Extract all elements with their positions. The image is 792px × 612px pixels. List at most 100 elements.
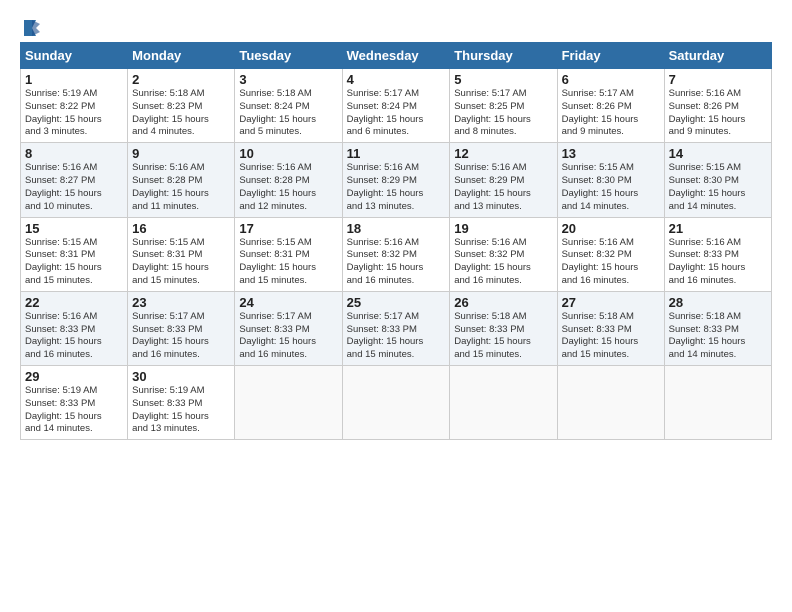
- day-info: Sunrise: 5:15 AMSunset: 8:31 PMDaylight:…: [25, 237, 123, 288]
- calendar-cell: 3Sunrise: 5:18 AMSunset: 8:24 PMDaylight…: [235, 69, 342, 143]
- day-info: Sunrise: 5:16 AMSunset: 8:29 PMDaylight:…: [347, 162, 446, 213]
- calendar-cell: 14Sunrise: 5:15 AMSunset: 8:30 PMDayligh…: [664, 143, 771, 217]
- day-number: 20: [562, 221, 660, 236]
- calendar-body: 1Sunrise: 5:19 AMSunset: 8:22 PMDaylight…: [21, 69, 772, 440]
- day-info: Sunrise: 5:18 AMSunset: 8:33 PMDaylight:…: [669, 311, 767, 362]
- day-number: 2: [132, 72, 230, 87]
- day-info: Sunrise: 5:16 AMSunset: 8:26 PMDaylight:…: [669, 88, 767, 139]
- logo-flag-icon: [22, 18, 42, 38]
- calendar-cell: 9Sunrise: 5:16 AMSunset: 8:28 PMDaylight…: [128, 143, 235, 217]
- weekday-header-sunday: Sunday: [21, 43, 128, 69]
- weekday-header-row: SundayMondayTuesdayWednesdayThursdayFrid…: [21, 43, 772, 69]
- calendar-cell: 11Sunrise: 5:16 AMSunset: 8:29 PMDayligh…: [342, 143, 450, 217]
- day-number: 23: [132, 295, 230, 310]
- calendar-week-4: 22Sunrise: 5:16 AMSunset: 8:33 PMDayligh…: [21, 291, 772, 365]
- day-number: 21: [669, 221, 767, 236]
- calendar-cell: [664, 366, 771, 440]
- day-number: 19: [454, 221, 552, 236]
- day-number: 12: [454, 146, 552, 161]
- calendar-cell: 21Sunrise: 5:16 AMSunset: 8:33 PMDayligh…: [664, 217, 771, 291]
- day-info: Sunrise: 5:16 AMSunset: 8:33 PMDaylight:…: [25, 311, 123, 362]
- day-number: 6: [562, 72, 660, 87]
- day-number: 15: [25, 221, 123, 236]
- calendar-cell: 4Sunrise: 5:17 AMSunset: 8:24 PMDaylight…: [342, 69, 450, 143]
- calendar-cell: 20Sunrise: 5:16 AMSunset: 8:32 PMDayligh…: [557, 217, 664, 291]
- day-info: Sunrise: 5:16 AMSunset: 8:32 PMDaylight:…: [454, 237, 552, 288]
- calendar-week-3: 15Sunrise: 5:15 AMSunset: 8:31 PMDayligh…: [21, 217, 772, 291]
- day-info: Sunrise: 5:16 AMSunset: 8:28 PMDaylight:…: [239, 162, 337, 213]
- calendar-cell: 15Sunrise: 5:15 AMSunset: 8:31 PMDayligh…: [21, 217, 128, 291]
- day-number: 27: [562, 295, 660, 310]
- calendar-cell: 5Sunrise: 5:17 AMSunset: 8:25 PMDaylight…: [450, 69, 557, 143]
- calendar-cell: 8Sunrise: 5:16 AMSunset: 8:27 PMDaylight…: [21, 143, 128, 217]
- day-info: Sunrise: 5:18 AMSunset: 8:33 PMDaylight:…: [454, 311, 552, 362]
- page: SundayMondayTuesdayWednesdayThursdayFrid…: [0, 0, 792, 612]
- calendar-cell: 23Sunrise: 5:17 AMSunset: 8:33 PMDayligh…: [128, 291, 235, 365]
- day-number: 14: [669, 146, 767, 161]
- day-info: Sunrise: 5:16 AMSunset: 8:28 PMDaylight:…: [132, 162, 230, 213]
- day-info: Sunrise: 5:16 AMSunset: 8:29 PMDaylight:…: [454, 162, 552, 213]
- calendar-week-1: 1Sunrise: 5:19 AMSunset: 8:22 PMDaylight…: [21, 69, 772, 143]
- day-number: 13: [562, 146, 660, 161]
- day-number: 25: [347, 295, 446, 310]
- day-number: 16: [132, 221, 230, 236]
- weekday-header-thursday: Thursday: [450, 43, 557, 69]
- calendar-week-5: 29Sunrise: 5:19 AMSunset: 8:33 PMDayligh…: [21, 366, 772, 440]
- day-info: Sunrise: 5:17 AMSunset: 8:24 PMDaylight:…: [347, 88, 446, 139]
- day-info: Sunrise: 5:17 AMSunset: 8:26 PMDaylight:…: [562, 88, 660, 139]
- day-number: 5: [454, 72, 552, 87]
- day-info: Sunrise: 5:18 AMSunset: 8:23 PMDaylight:…: [132, 88, 230, 139]
- calendar-cell: 27Sunrise: 5:18 AMSunset: 8:33 PMDayligh…: [557, 291, 664, 365]
- weekday-header-tuesday: Tuesday: [235, 43, 342, 69]
- calendar-cell: 25Sunrise: 5:17 AMSunset: 8:33 PMDayligh…: [342, 291, 450, 365]
- calendar-cell: 24Sunrise: 5:17 AMSunset: 8:33 PMDayligh…: [235, 291, 342, 365]
- calendar-cell: 18Sunrise: 5:16 AMSunset: 8:32 PMDayligh…: [342, 217, 450, 291]
- day-info: Sunrise: 5:16 AMSunset: 8:32 PMDaylight:…: [562, 237, 660, 288]
- calendar-cell: 7Sunrise: 5:16 AMSunset: 8:26 PMDaylight…: [664, 69, 771, 143]
- day-number: 9: [132, 146, 230, 161]
- day-info: Sunrise: 5:15 AMSunset: 8:31 PMDaylight:…: [132, 237, 230, 288]
- calendar-cell: 12Sunrise: 5:16 AMSunset: 8:29 PMDayligh…: [450, 143, 557, 217]
- day-number: 28: [669, 295, 767, 310]
- calendar-cell: [342, 366, 450, 440]
- calendar-cell: [235, 366, 342, 440]
- calendar-cell: 13Sunrise: 5:15 AMSunset: 8:30 PMDayligh…: [557, 143, 664, 217]
- weekday-header-friday: Friday: [557, 43, 664, 69]
- day-number: 30: [132, 369, 230, 384]
- day-info: Sunrise: 5:19 AMSunset: 8:22 PMDaylight:…: [25, 88, 123, 139]
- day-number: 4: [347, 72, 446, 87]
- calendar-header: SundayMondayTuesdayWednesdayThursdayFrid…: [21, 43, 772, 69]
- calendar-cell: 19Sunrise: 5:16 AMSunset: 8:32 PMDayligh…: [450, 217, 557, 291]
- calendar-week-2: 8Sunrise: 5:16 AMSunset: 8:27 PMDaylight…: [21, 143, 772, 217]
- day-number: 11: [347, 146, 446, 161]
- day-info: Sunrise: 5:18 AMSunset: 8:33 PMDaylight:…: [562, 311, 660, 362]
- day-number: 18: [347, 221, 446, 236]
- day-number: 24: [239, 295, 337, 310]
- calendar-cell: 2Sunrise: 5:18 AMSunset: 8:23 PMDaylight…: [128, 69, 235, 143]
- calendar-cell: 22Sunrise: 5:16 AMSunset: 8:33 PMDayligh…: [21, 291, 128, 365]
- calendar-cell: [557, 366, 664, 440]
- day-number: 1: [25, 72, 123, 87]
- day-info: Sunrise: 5:19 AMSunset: 8:33 PMDaylight:…: [132, 385, 230, 436]
- day-info: Sunrise: 5:17 AMSunset: 8:33 PMDaylight:…: [347, 311, 446, 362]
- day-number: 7: [669, 72, 767, 87]
- weekday-header-saturday: Saturday: [664, 43, 771, 69]
- calendar-cell: 1Sunrise: 5:19 AMSunset: 8:22 PMDaylight…: [21, 69, 128, 143]
- day-number: 22: [25, 295, 123, 310]
- calendar-cell: 17Sunrise: 5:15 AMSunset: 8:31 PMDayligh…: [235, 217, 342, 291]
- calendar-cell: 26Sunrise: 5:18 AMSunset: 8:33 PMDayligh…: [450, 291, 557, 365]
- calendar-cell: 6Sunrise: 5:17 AMSunset: 8:26 PMDaylight…: [557, 69, 664, 143]
- day-number: 29: [25, 369, 123, 384]
- calendar-cell: 10Sunrise: 5:16 AMSunset: 8:28 PMDayligh…: [235, 143, 342, 217]
- day-info: Sunrise: 5:15 AMSunset: 8:30 PMDaylight:…: [669, 162, 767, 213]
- calendar-cell: 16Sunrise: 5:15 AMSunset: 8:31 PMDayligh…: [128, 217, 235, 291]
- day-info: Sunrise: 5:19 AMSunset: 8:33 PMDaylight:…: [25, 385, 123, 436]
- day-info: Sunrise: 5:16 AMSunset: 8:33 PMDaylight:…: [669, 237, 767, 288]
- day-info: Sunrise: 5:15 AMSunset: 8:30 PMDaylight:…: [562, 162, 660, 213]
- day-info: Sunrise: 5:17 AMSunset: 8:33 PMDaylight:…: [239, 311, 337, 362]
- day-info: Sunrise: 5:16 AMSunset: 8:27 PMDaylight:…: [25, 162, 123, 213]
- calendar-cell: 28Sunrise: 5:18 AMSunset: 8:33 PMDayligh…: [664, 291, 771, 365]
- day-number: 3: [239, 72, 337, 87]
- day-number: 17: [239, 221, 337, 236]
- calendar-cell: 29Sunrise: 5:19 AMSunset: 8:33 PMDayligh…: [21, 366, 128, 440]
